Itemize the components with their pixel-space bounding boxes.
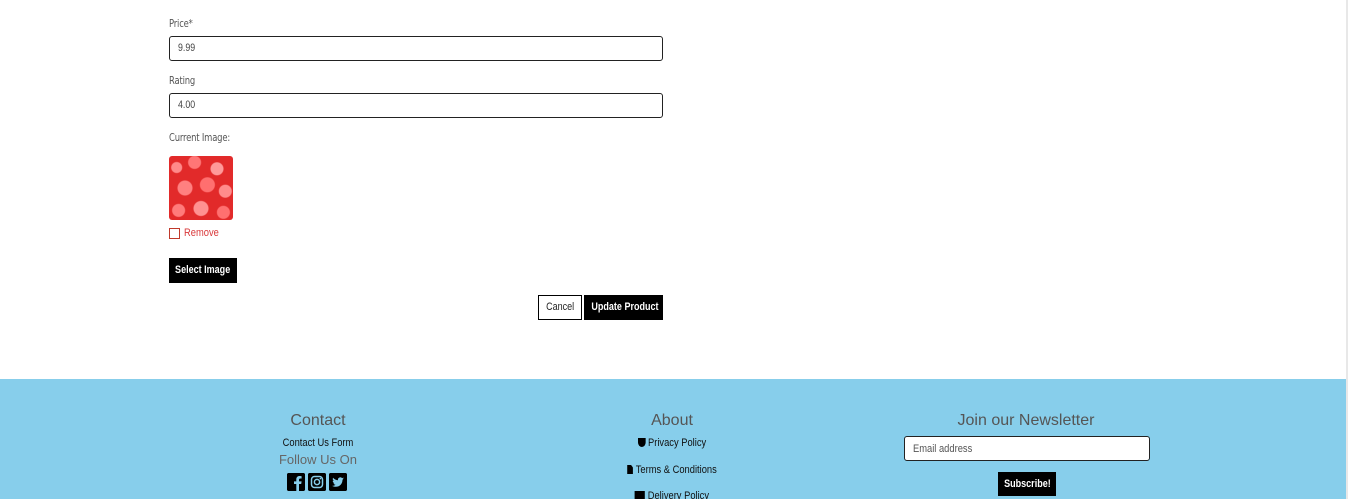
price-input-value: 9.99 (178, 42, 196, 54)
price-input[interactable]: 9.99 (169, 36, 663, 61)
select-image-button[interactable]: Select Image (169, 258, 237, 283)
newsletter-heading: Join our Newsletter (957, 412, 1095, 429)
newsletter-email-placeholder: Email address (913, 443, 973, 455)
select-image-button-label: Select Image (175, 264, 231, 276)
cancel-button[interactable]: Cancel (538, 295, 582, 320)
contact-us-form-link[interactable]: Contact Us Form (233, 437, 403, 449)
terms-conditions-link[interactable]: Terms & Conditions (587, 464, 757, 476)
privacy-policy-link[interactable]: Privacy Policy (587, 437, 757, 449)
follow-us-text: Follow Us On (278, 452, 358, 467)
newsletter-email-input[interactable]: Email address (904, 436, 1150, 461)
remove-image-label[interactable]: Remove (184, 227, 219, 239)
cancel-button-label: Cancel (545, 301, 575, 313)
subscribe-button[interactable]: Subscribe! (998, 472, 1056, 496)
price-label: Price* (169, 17, 193, 30)
page: Price* 9.99 Rating 4.00 Current Image: R… (0, 0, 1348, 499)
terms-conditions-label: Terms & Conditions (635, 464, 717, 476)
update-product-button[interactable]: Update Product (584, 295, 663, 320)
delivery-policy-label: Delivery Policy (647, 490, 710, 499)
twitter-icon[interactable] (329, 473, 347, 491)
privacy-policy-label: Privacy Policy (648, 437, 707, 449)
current-image-thumbnail[interactable] (169, 156, 233, 220)
remove-image-checkbox[interactable] (169, 228, 180, 239)
contact-heading: Contact (290, 412, 346, 429)
about-heading: About (651, 412, 693, 429)
current-image-label: Current Image: (169, 131, 231, 144)
rating-label: Rating (169, 74, 196, 87)
subscribe-button-label: Subscribe! (1003, 478, 1051, 490)
facebook-icon[interactable] (287, 473, 305, 491)
shield-icon (637, 438, 646, 447)
instagram-icon[interactable] (308, 473, 326, 491)
update-product-button-label: Update Product (591, 301, 659, 313)
truck-icon (634, 491, 646, 499)
social-links (287, 473, 347, 491)
rating-input[interactable]: 4.00 (169, 93, 663, 118)
rating-input-value: 4.00 (178, 99, 196, 111)
file-icon (627, 465, 634, 474)
delivery-policy-link[interactable]: Delivery Policy (587, 490, 757, 499)
